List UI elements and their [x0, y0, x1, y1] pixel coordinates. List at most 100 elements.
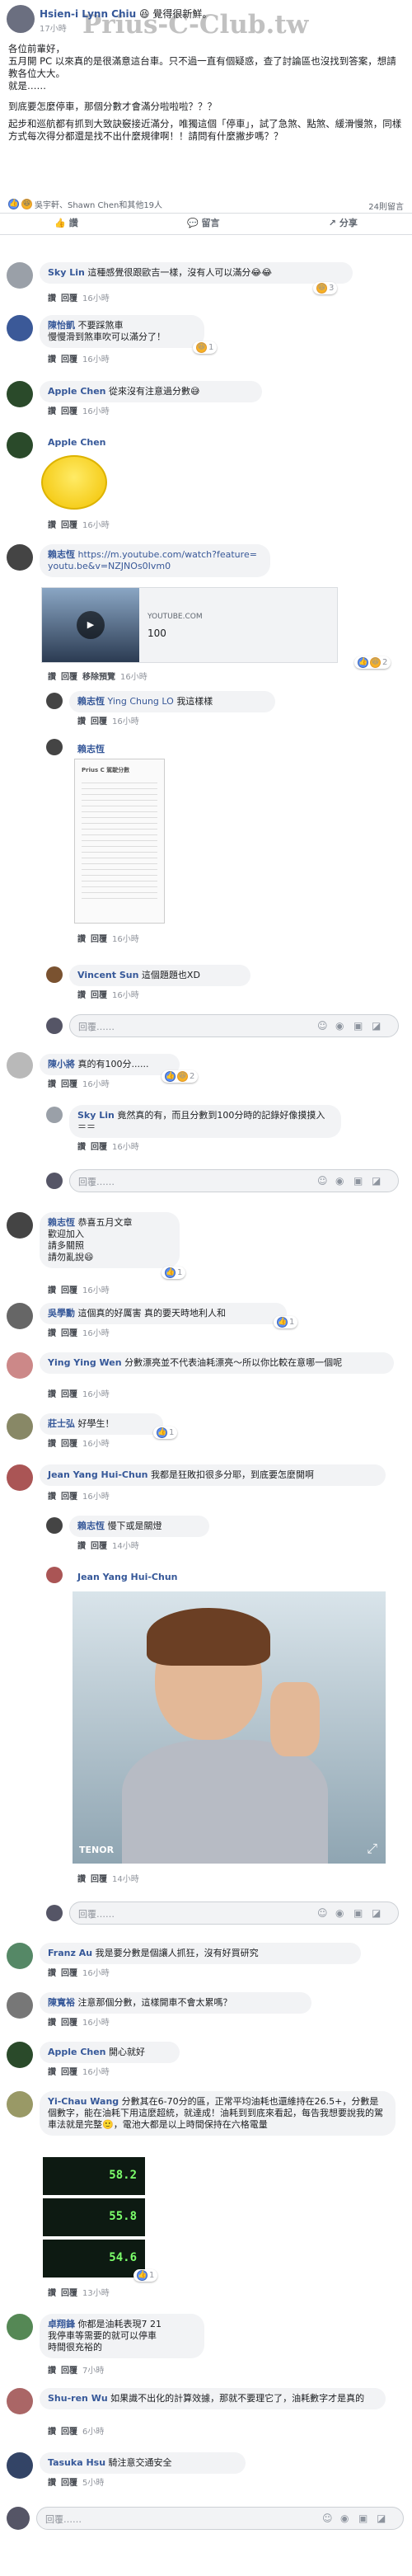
like-button[interactable]: 👍 讚: [54, 216, 78, 229]
reply-link[interactable]: 回覆: [61, 407, 77, 416]
reaction-summary[interactable]: 👍 😆 吳宇軒、Shawn Chen和其他19人: [8, 198, 162, 210]
reply-input[interactable]: 回覆…… ☺ ◉ ▣ ◪: [69, 1014, 399, 1037]
gif-icon[interactable]: ▣: [358, 2513, 368, 2524]
like-link[interactable]: 讚: [77, 935, 86, 944]
reply-link[interactable]: 回覆: [61, 2367, 77, 2376]
comment-author[interactable]: Jean Yang Hui-Chun: [77, 1572, 178, 1582]
like-link[interactable]: 讚: [48, 355, 56, 364]
sticker-icon[interactable]: ◪: [377, 2513, 386, 2524]
reply-link[interactable]: 回覆: [61, 2019, 77, 2028]
reaction-badge[interactable]: 😆 1: [193, 341, 218, 354]
camera-icon[interactable]: ◉: [335, 1175, 344, 1187]
gif-icon[interactable]: ▣: [353, 1020, 363, 1032]
reply-link[interactable]: 回覆: [91, 1143, 107, 1152]
comment-author[interactable]: 賴志恆: [77, 742, 105, 755]
mention[interactable]: Ying Chung LO: [108, 696, 174, 707]
comment-count[interactable]: 24則留言: [368, 200, 404, 212]
like-link[interactable]: 讚: [48, 2019, 56, 2028]
expand-icon[interactable]: ⤢: [367, 1840, 377, 1857]
gif-icon[interactable]: ▣: [353, 1907, 363, 1919]
avatar[interactable]: [7, 1052, 33, 1079]
emoji-icon[interactable]: ☺: [322, 2513, 333, 2524]
reply-link[interactable]: 回覆: [61, 2428, 77, 2437]
like-link[interactable]: 讚: [48, 2367, 56, 2376]
reply-link[interactable]: 回覆: [61, 2068, 77, 2077]
share-button[interactable]: ↗ 分享: [329, 216, 358, 229]
reply-link[interactable]: 回覆: [61, 1492, 77, 1502]
avatar[interactable]: [7, 1943, 33, 1969]
reply-link[interactable]: 回覆: [61, 294, 77, 303]
like-link[interactable]: 讚: [48, 2479, 56, 2488]
like-link[interactable]: 讚: [48, 1286, 56, 1295]
post-time[interactable]: 17小時: [40, 21, 67, 34]
attachment-image[interactable]: Prius C 駕駛分數: [74, 759, 165, 924]
link-preview[interactable]: ▶ YOUTUBE.COM 100: [41, 587, 338, 663]
avatar[interactable]: [7, 1352, 33, 1379]
like-link[interactable]: 讚: [77, 991, 86, 1000]
avatar[interactable]: [7, 2452, 33, 2479]
reply-link[interactable]: 回覆: [91, 717, 107, 726]
avatar[interactable]: [7, 381, 33, 407]
emoji-icon[interactable]: ☺: [317, 1907, 328, 1919]
like-link[interactable]: 讚: [77, 717, 86, 726]
reply-link[interactable]: 回覆: [61, 2289, 77, 2298]
reply-link[interactable]: 回覆: [61, 1329, 77, 1338]
like-link[interactable]: 讚: [48, 1390, 56, 1399]
gif-image[interactable]: TENOR ⤢: [73, 1591, 386, 1864]
avatar[interactable]: [7, 1413, 33, 1440]
avatar[interactable]: [7, 262, 33, 289]
avatar[interactable]: [7, 1464, 33, 1491]
post-author[interactable]: Hsien-i Lynn Chiu: [40, 8, 136, 20]
reaction-badge[interactable]: 👍 1: [274, 1316, 298, 1328]
camera-icon[interactable]: ◉: [335, 1907, 344, 1919]
remove-preview-link[interactable]: 移除預覽: [82, 673, 115, 682]
avatar[interactable]: [46, 693, 63, 709]
like-link[interactable]: 讚: [48, 2068, 56, 2077]
like-link[interactable]: 讚: [48, 1080, 56, 1089]
reply-link[interactable]: 回覆: [61, 673, 77, 682]
dashboard-photo[interactable]: 54.6: [43, 2240, 145, 2278]
like-link[interactable]: 讚: [77, 1875, 86, 1884]
avatar[interactable]: [46, 1517, 63, 1534]
reaction-badge[interactable]: 👍 1: [133, 2269, 158, 2282]
reply-link[interactable]: 回覆: [61, 1080, 77, 1089]
comment-input[interactable]: 回覆…… ☺ ◉ ▣ ◪: [36, 2507, 404, 2530]
reply-link[interactable]: 回覆: [91, 1542, 107, 1551]
camera-icon[interactable]: ◉: [335, 1020, 344, 1032]
like-link[interactable]: 讚: [48, 1492, 56, 1502]
avatar[interactable]: [7, 1992, 33, 2019]
sticker-icon[interactable]: ◪: [372, 1175, 381, 1187]
dashboard-photo[interactable]: 58.2: [43, 2157, 145, 2195]
avatar[interactable]: [7, 2091, 33, 2118]
avatar[interactable]: [46, 739, 63, 755]
like-link[interactable]: 讚: [48, 1969, 56, 1978]
sticker-icon[interactable]: ◪: [372, 1020, 381, 1032]
like-link[interactable]: 讚: [48, 1329, 56, 1338]
like-link[interactable]: 讚: [48, 294, 56, 303]
emoji-icon[interactable]: ☺: [317, 1175, 328, 1187]
like-link[interactable]: 讚: [48, 1440, 56, 1449]
reply-link[interactable]: 回覆: [61, 1286, 77, 1295]
camera-icon[interactable]: ◉: [340, 2513, 349, 2524]
avatar[interactable]: [7, 2314, 33, 2340]
comment-link[interactable]: https://m.youtube.com/watch?feature=yout…: [48, 549, 257, 571]
reply-link[interactable]: 回覆: [61, 1390, 77, 1399]
sticker-icon[interactable]: ◪: [372, 1907, 381, 1919]
avatar[interactable]: [7, 2388, 33, 2414]
reply-link[interactable]: 回覆: [61, 1969, 77, 1978]
reply-link[interactable]: 回覆: [91, 935, 107, 944]
like-link[interactable]: 讚: [77, 1542, 86, 1551]
emoji-icon[interactable]: ☺: [317, 1020, 328, 1032]
avatar[interactable]: [7, 315, 33, 341]
post-author-avatar[interactable]: [7, 5, 35, 33]
reply-link[interactable]: 回覆: [61, 2479, 77, 2488]
reply-input[interactable]: 回覆…… ☺ ◉ ▣ ◪: [69, 1169, 399, 1192]
reaction-badge[interactable]: 👍 1: [162, 1267, 186, 1279]
like-link[interactable]: 讚: [48, 521, 56, 530]
dashboard-photo[interactable]: 55.8: [43, 2198, 145, 2236]
like-link[interactable]: 讚: [48, 2289, 56, 2298]
reply-link[interactable]: 回覆: [61, 521, 77, 530]
reply-link[interactable]: 回覆: [91, 1875, 107, 1884]
like-link[interactable]: 讚: [48, 2428, 56, 2437]
reply-link[interactable]: 回覆: [91, 991, 107, 1000]
